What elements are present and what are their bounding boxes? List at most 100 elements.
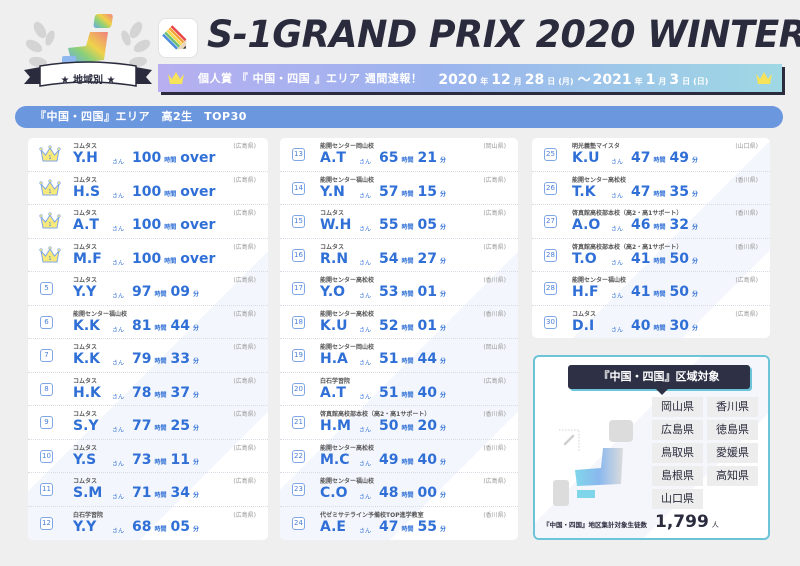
san-label: さん [112, 494, 125, 501]
ranking-row: 27 啓真館高校部本校（高2・高1サポート） (香川県) A.O さん 46 時間 32 分 [532, 205, 770, 239]
rank-badge: 25 [544, 148, 557, 161]
san-label: さん [112, 259, 125, 267]
school-name: コムタス [73, 411, 98, 418]
ranking-panel-3: 25 明光義塾マイスタ (山口県) K.U さん 47 時間 49 分 26 能開センター高松校 (香… [532, 138, 770, 338]
crown-icon [168, 72, 184, 84]
san-label: さん [112, 460, 125, 468]
start-day: 28 [524, 71, 545, 88]
school-name: コムタス [73, 143, 98, 150]
study-time: 47 時間 55 分 [379, 519, 450, 535]
rank-badge: 6 [40, 315, 53, 329]
study-time: 41 時間 50 分 [631, 284, 702, 300]
student-initials: M.C [320, 451, 350, 468]
minutes-value: 05 [170, 518, 190, 535]
svg-text:1: 1 [48, 155, 51, 161]
ranking-row: 1 コムタス (広島県) M.F さん 100 時間 over [28, 239, 268, 272]
end-month-unit: 月 [658, 76, 667, 86]
prefecture: (広島県) [233, 478, 256, 485]
crown-icon: 1 [39, 212, 61, 230]
study-time: 78 時間 37 分 [132, 385, 203, 401]
school-name: コムタス [73, 176, 98, 184]
minutes-value: 00 [417, 485, 437, 501]
hours-value: 79 [132, 351, 152, 367]
minutes-unit: 分 [439, 425, 446, 432]
minutes-value: 44 [170, 317, 190, 334]
study-time: 53 時間 01 分 [379, 284, 450, 300]
ranking-row: 25 明光義塾マイスタ (山口県) K.U さん 47 時間 49 分 [532, 138, 770, 172]
san-label: さん [112, 393, 125, 401]
study-time: 41 時間 50 分 [631, 251, 702, 267]
hours-value: 55 [379, 217, 399, 233]
hours-value: 54 [379, 250, 399, 267]
minutes-unit: 分 [691, 157, 698, 164]
san-label: さん [112, 293, 125, 300]
start-day-unit: 日 [547, 76, 556, 86]
study-time: 73 時間 11 分 [132, 452, 203, 468]
svg-text:1: 1 [48, 256, 51, 262]
school-name: コムタス [73, 444, 98, 452]
minutes-value: 27 [417, 250, 437, 267]
school-name: 能開センター福山校 [73, 310, 128, 318]
study-time: 47 時間 35 分 [631, 184, 702, 200]
school-name: コムタス [73, 478, 98, 485]
minutes-unit: 分 [192, 458, 199, 466]
san-label: さん [359, 259, 372, 267]
prefecture-cell: 島根県 [652, 466, 703, 486]
prefecture-cell: 鳥取県 [652, 443, 703, 463]
rank-badge: 16 [292, 248, 305, 262]
rank-badge: 20 [292, 382, 305, 396]
ranking-row: 16 コムタス (広島県) R.N さん 54 時間 27 分 [280, 239, 518, 272]
ranking-row: 28 啓真館高校部本校（高2・高1サポート） (香川県) T.O さん 41 時間 50 分 [532, 239, 770, 272]
prefecture: (広島県) [735, 310, 758, 318]
crown-icon: 1 [39, 178, 61, 197]
hours-value: 41 [631, 284, 651, 300]
ranking-row: 1 コムタス (広島県) A.T さん 100 時間 over [28, 205, 268, 239]
school-name: コムタス [572, 310, 597, 318]
san-label: さん [611, 293, 624, 300]
start-month-unit: 月 [513, 76, 522, 86]
school-name: コムタス [73, 210, 98, 217]
school-name: 能開センター岡山校 [320, 143, 375, 150]
start-year: 2020 [438, 71, 478, 88]
student-initials: T.K [572, 183, 596, 200]
hours-unit: 時間 [154, 492, 167, 499]
hours-unit: 時間 [154, 291, 167, 298]
study-time: 100 時間 over [132, 251, 215, 267]
minutes-unit: 分 [691, 190, 698, 198]
student-initials: K.U [572, 150, 600, 166]
hours-value: 40 [631, 317, 651, 334]
school-name: 能開センター高松校 [320, 444, 375, 452]
minutes-unit: 分 [439, 324, 446, 332]
over-label: over [180, 183, 216, 200]
end-day: 3 [669, 71, 680, 88]
study-time: 50 時間 20 分 [379, 418, 450, 434]
rank-badge: 28 [544, 282, 557, 295]
minutes-unit: 分 [192, 391, 199, 399]
prefecture: (香川県) [483, 444, 506, 452]
start-year-unit: 年 [480, 76, 489, 86]
san-label: さん [359, 159, 372, 166]
study-time: 65 時間 21 分 [379, 150, 450, 166]
student-initials: A.T [320, 150, 346, 166]
minutes-unit: 分 [691, 257, 698, 265]
hours-value: 53 [379, 284, 399, 300]
minutes-unit: 分 [192, 425, 199, 432]
rank-badge: 22 [292, 449, 305, 463]
minutes-unit: 分 [192, 492, 199, 499]
hours-unit: 時間 [653, 157, 666, 164]
study-time: 100 時間 over [132, 150, 215, 166]
hours-unit: 時間 [401, 257, 414, 265]
minutes-value: 35 [669, 183, 689, 200]
date-separator: ～ [577, 72, 591, 88]
rank-badge: 27 [544, 215, 557, 228]
minutes-value: 44 [417, 351, 437, 367]
region-box: 『中国・四国』区域対象 岡山県 香川県 広島県 徳島県 鳥取県 愛媛県 島根県 … [533, 355, 770, 540]
minutes-unit: 分 [439, 190, 446, 198]
san-label: さん [359, 393, 372, 401]
minutes-value: 32 [669, 217, 689, 233]
prefecture: (香川県) [735, 210, 758, 217]
crown-icon: 1 [39, 245, 61, 264]
rank-badge: 12 [40, 516, 53, 530]
san-label: さん [112, 527, 125, 535]
hours-value: 41 [631, 250, 651, 267]
